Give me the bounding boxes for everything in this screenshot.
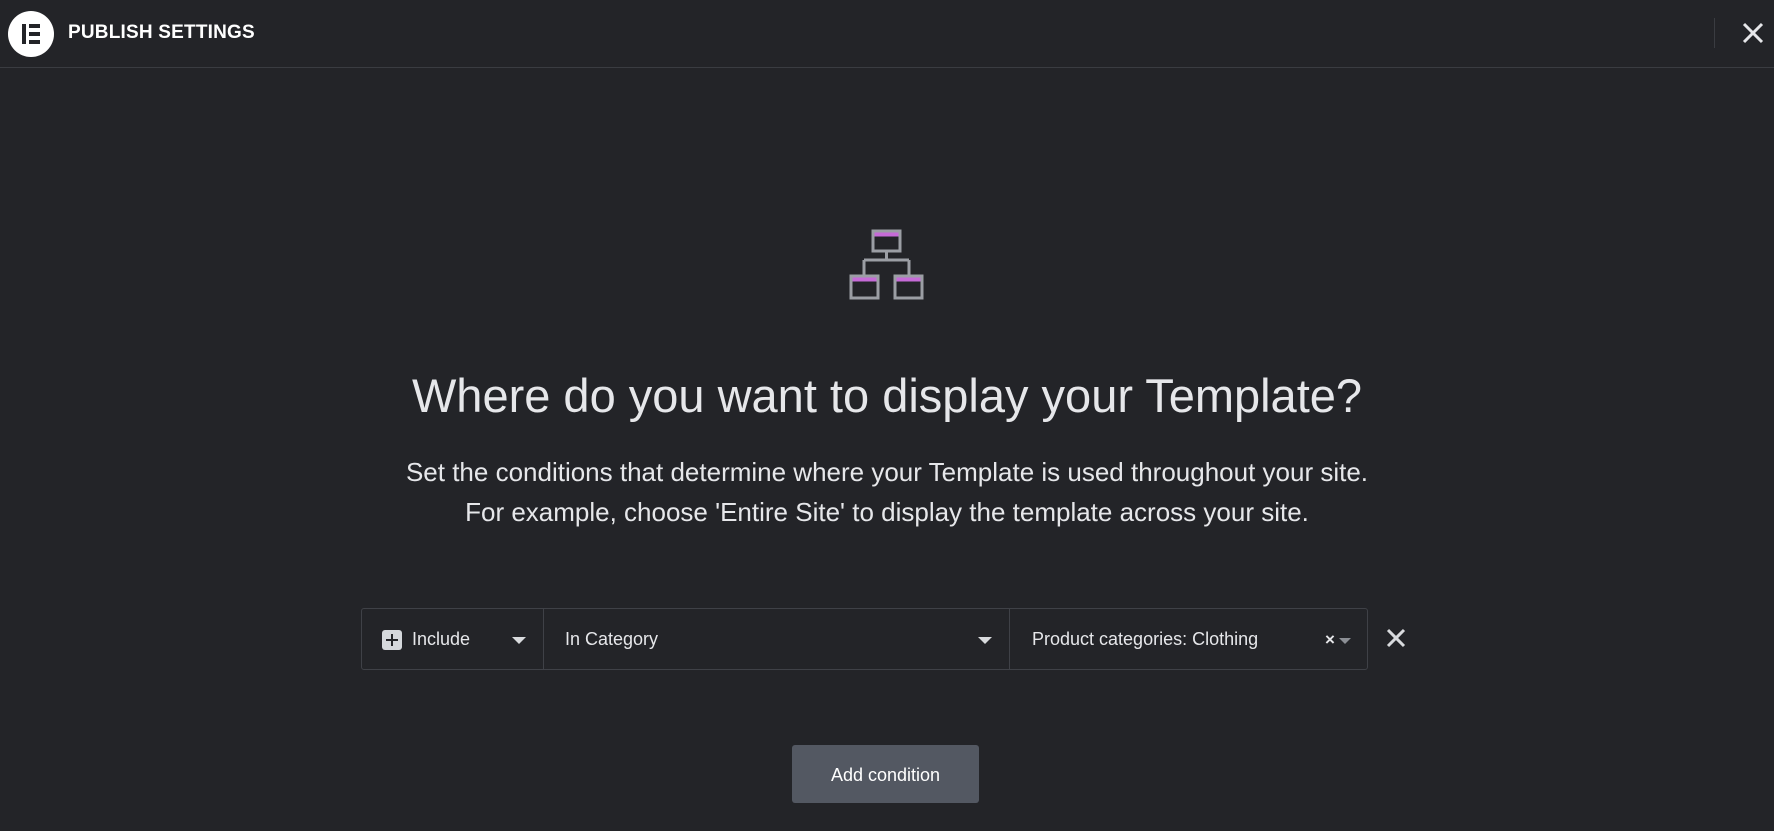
remove-condition-button[interactable] [1381,623,1411,653]
clear-selection-icon[interactable]: × [1325,630,1335,650]
condition-rule-select[interactable]: In Category [544,609,1010,669]
rule-select-value: In Category [565,629,659,649]
add-condition-button[interactable]: Add condition [792,745,979,803]
page-heading: Where do you want to display your Templa… [411,369,1363,422]
sitemap-icon [848,228,924,307]
chevron-down-icon [978,637,992,644]
condition-target-select[interactable]: Product categories: Clothing × [1010,609,1367,669]
modal-header: PUBLISH SETTINGS [0,0,1774,68]
close-button[interactable] [1736,16,1770,50]
close-icon [1386,628,1406,648]
description: Set the conditions that determine where … [0,452,1774,532]
header-divider [1714,18,1715,48]
chevron-down-icon [1339,638,1351,644]
elementor-logo-icon [8,11,54,57]
close-icon [1742,22,1764,44]
include-exclude-select[interactable]: Include [362,609,544,669]
description-line-1: Set the conditions that determine where … [405,457,1369,487]
header-title: PUBLISH SETTINGS [68,22,255,43]
condition-row: Include In Category Product categories: … [361,608,1368,670]
target-select-value: Product categories: Clothing [1032,629,1259,649]
description-line-2: For example, choose 'Entire Site' to dis… [465,497,1309,527]
chevron-down-icon [512,637,526,644]
plus-icon [382,630,402,650]
include-select-value: Include [412,629,471,649]
